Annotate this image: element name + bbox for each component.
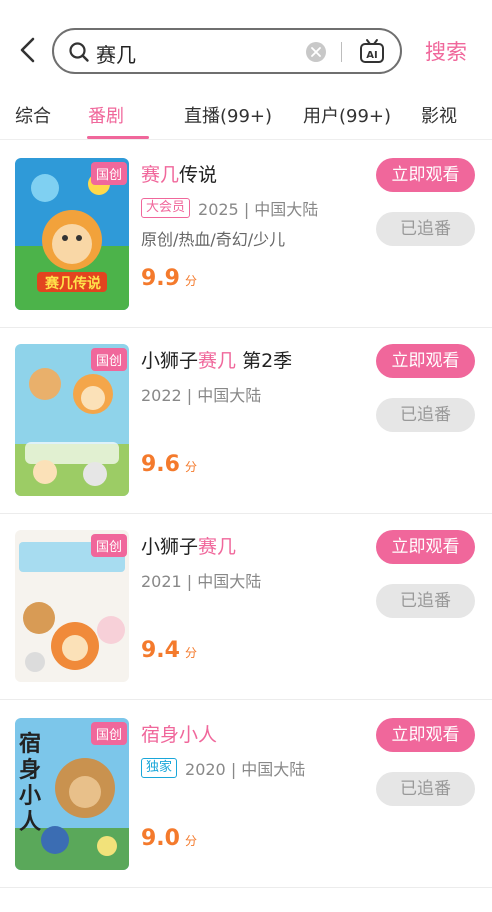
score: 9.4 分 <box>141 638 197 663</box>
tab-overview[interactable]: 综合 <box>15 102 51 128</box>
cover-image[interactable]: 宿身小人 国创 <box>15 718 129 870</box>
title-highlight: 赛几 <box>198 350 237 372</box>
watch-now-button[interactable]: 立即观看 <box>376 344 475 378</box>
title-text: 第2季 <box>236 350 293 372</box>
score-value: 9.9 <box>141 266 180 291</box>
search-header: 赛几 AI 搜索 <box>0 0 492 96</box>
cover-image[interactable]: 国创 <box>15 344 129 496</box>
title-prefix: 小狮子 <box>141 350 199 372</box>
list-item[interactable]: 国创 小狮子赛几 2021 | 中国大陆 9.4 分 立即观看 已追番 <box>0 514 492 700</box>
vip-tag: 大会员 <box>141 198 191 218</box>
search-button[interactable]: 搜索 <box>425 36 467 66</box>
guochuang-badge: 国创 <box>90 162 127 185</box>
cover-title: 赛几传说 <box>45 276 101 292</box>
result-title[interactable]: 小狮子赛几 <box>141 532 236 559</box>
score-value: 9.6 <box>141 452 180 477</box>
year-region: 2020 | 中国大陆 <box>185 760 306 779</box>
result-title[interactable]: 宿身小人 <box>141 720 217 747</box>
active-tab-indicator <box>87 136 149 139</box>
clear-icon[interactable] <box>306 42 326 62</box>
result-tabs: 综合 番剧 直播(99+) 用户(99+) 影视 <box>0 96 492 140</box>
score-unit: 分 <box>184 274 197 288</box>
exclusive-tag: 独家 <box>141 758 178 778</box>
score: 9.6 分 <box>141 452 197 477</box>
score-unit: 分 <box>184 460 197 474</box>
watch-now-button[interactable]: 立即观看 <box>376 158 475 192</box>
score-value: 9.0 <box>141 826 180 851</box>
score: 9.9 分 <box>141 266 197 291</box>
title-highlight: 赛几 <box>141 164 180 186</box>
tab-film[interactable]: 影视 <box>421 102 457 128</box>
title-text: 传说 <box>179 164 218 186</box>
title-highlight: 宿身小人 <box>141 724 218 746</box>
year-region: 2022 | 中国大陆 <box>141 386 262 405</box>
score-value: 9.4 <box>141 638 180 663</box>
followed-button[interactable]: 已追番 <box>376 398 475 432</box>
tab-anime[interactable]: 番剧 <box>88 102 124 128</box>
title-prefix: 小狮子 <box>141 536 199 558</box>
title-highlight: 赛几 <box>198 536 237 558</box>
result-meta: 2021 | 中国大陆 <box>141 568 261 592</box>
list-item[interactable]: 赛几传说 国创 赛几传说 大会员 2025 | 中国大陆 原创/热血/奇幻/少儿 … <box>0 142 492 328</box>
followed-button[interactable]: 已追番 <box>376 212 475 246</box>
list-item[interactable]: 国创 小狮子赛几 第2季 2022 | 中国大陆 9.6 分 立即观看 已追番 <box>0 328 492 514</box>
search-query[interactable]: 赛几 <box>96 39 136 68</box>
cover-image[interactable]: 国创 <box>15 530 129 682</box>
followed-button[interactable]: 已追番 <box>376 584 475 618</box>
cover-title: 宿身小人 <box>19 732 42 835</box>
search-icon <box>68 41 90 63</box>
followed-button[interactable]: 已追番 <box>376 772 475 806</box>
ai-search-icon[interactable]: AI <box>358 38 386 66</box>
score-unit: 分 <box>184 646 197 660</box>
score-unit: 分 <box>184 834 197 848</box>
genre-text: 原创/热血/奇幻/少儿 <box>141 230 286 249</box>
result-meta: 大会员 2025 | 中国大陆 <box>141 196 318 220</box>
search-input[interactable]: 赛几 AI <box>52 28 402 74</box>
score: 9.0 分 <box>141 826 197 851</box>
year-region: 2021 | 中国大陆 <box>141 572 262 591</box>
watch-now-button[interactable]: 立即观看 <box>376 718 475 752</box>
guochuang-badge: 国创 <box>90 722 127 745</box>
year-region: 2025 | 中国大陆 <box>198 200 319 219</box>
result-meta: 独家 2020 | 中国大陆 <box>141 756 305 780</box>
back-arrow-icon[interactable] <box>14 34 44 66</box>
divider <box>341 42 342 62</box>
guochuang-badge: 国创 <box>90 534 127 557</box>
watch-now-button[interactable]: 立即观看 <box>376 530 475 564</box>
tab-users[interactable]: 用户(99+) <box>303 102 391 128</box>
guochuang-badge: 国创 <box>90 348 127 371</box>
result-meta: 2022 | 中国大陆 <box>141 382 261 406</box>
cover-image[interactable]: 赛几传说 国创 <box>15 158 129 310</box>
list-item[interactable]: 宿身小人 国创 宿身小人 独家 2020 | 中国大陆 9.0 分 立即观看 已追番 <box>0 702 492 888</box>
tab-live[interactable]: 直播(99+) <box>184 102 272 128</box>
result-title[interactable]: 赛几传说 <box>141 160 217 187</box>
svg-text:AI: AI <box>366 50 377 61</box>
result-title[interactable]: 小狮子赛几 第2季 <box>141 346 292 373</box>
